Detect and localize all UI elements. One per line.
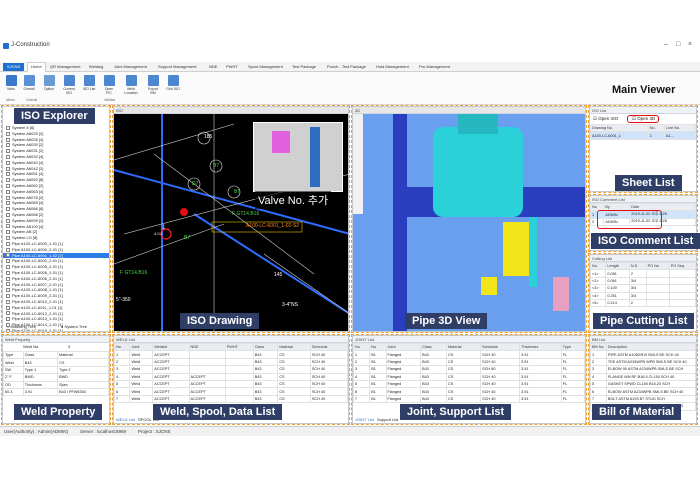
tab-pre-management[interactable]: Pre-Management xyxy=(419,64,450,69)
status-server: Server : localhost:5959 xyxy=(80,429,127,434)
iso-explorer-label: ISO Explorer xyxy=(14,108,95,124)
app-logo-icon xyxy=(3,43,9,49)
iso-list-icon xyxy=(83,75,95,86)
menu-tab-bar: SJCNS Home QR Management Welding Joint M… xyxy=(0,62,700,72)
minimize-icon[interactable]: – xyxy=(664,41,668,48)
sheet-list-label: Sheet List xyxy=(615,175,682,191)
ribbon-toolbar: Main Overall Option Current ISO ISO List… xyxy=(0,72,700,105)
export-bm-button[interactable]: Export BM xyxy=(146,75,160,95)
tab-joint-management[interactable]: Joint Management xyxy=(114,64,147,69)
ribbon-group-overall: Overall xyxy=(26,98,38,102)
bom-label: Bill of Material xyxy=(592,404,682,420)
pipe-3d-outline xyxy=(351,105,587,333)
overall-icon xyxy=(23,75,35,86)
iso-list-button[interactable]: ISO List xyxy=(82,75,96,91)
export-bm-icon xyxy=(147,75,159,86)
tab-spool-management[interactable]: Spool Management xyxy=(248,64,283,69)
home-icon xyxy=(5,75,17,86)
iso-drawing-label: ISO Drawing xyxy=(180,313,260,329)
pipe-cutting-label: Pipe Cutting List xyxy=(593,313,695,329)
iso-explorer-outline xyxy=(1,105,111,333)
tab-support-management[interactable]: Support Management xyxy=(158,64,196,69)
tab-hold-management[interactable]: Hold Management xyxy=(376,64,409,69)
main-viewer-caption: Main Viewer xyxy=(612,84,676,96)
main-button[interactable]: Main xyxy=(4,75,18,91)
close-icon[interactable]: × xyxy=(688,41,692,48)
title-bar: J-Construction – □ × xyxy=(0,40,700,52)
tab-qr-management[interactable]: QR Management xyxy=(50,64,80,69)
tab-home[interactable]: Home xyxy=(27,62,46,72)
tab-test-package[interactable]: Test Package xyxy=(292,64,316,69)
grid-iso-icon xyxy=(167,75,179,86)
status-project: Project : SJCNS xyxy=(138,429,171,434)
grid-iso-button[interactable]: Grid ISO xyxy=(166,75,180,91)
ribbon-group-menu: Menu xyxy=(6,98,15,102)
app-title: J-Construction xyxy=(11,42,50,48)
open-pc-button[interactable]: Open P/C xyxy=(102,75,116,95)
weld-property-label: Weld Property xyxy=(14,404,103,420)
iso-drawing-outline xyxy=(112,105,350,333)
file-tab[interactable]: SJCNS xyxy=(3,63,25,71)
maximize-icon[interactable]: □ xyxy=(676,41,680,48)
ribbon-group-utilities: Utilities xyxy=(104,98,116,102)
pipe-3d-label: Pipe 3D View xyxy=(405,313,488,329)
status-bar: User(Authority) : Admin(ADMIN) Server : … xyxy=(0,426,700,436)
tab-punch-test-package[interactable]: Punch - Test Package xyxy=(327,64,366,69)
current-iso-icon xyxy=(63,75,75,86)
current-iso-button[interactable]: Current ISO xyxy=(62,75,76,95)
option-icon xyxy=(43,75,55,86)
status-user: User(Authority) : Admin(ADMIN) xyxy=(4,429,69,434)
tab-welding[interactable]: Welding xyxy=(89,64,103,69)
open-pc-icon xyxy=(103,75,115,86)
weld-location-icon xyxy=(125,75,137,86)
weld-location-button[interactable]: Weld Location xyxy=(124,75,138,95)
option-button[interactable]: Option xyxy=(42,75,56,91)
overall-button[interactable]: Overall xyxy=(22,75,36,91)
tab-pwht[interactable]: PWHT xyxy=(226,64,238,69)
weld-spool-data-label: Weld, Spool, Data List xyxy=(153,404,283,420)
joint-support-label: Joint, Support List xyxy=(400,404,512,420)
tab-nde[interactable]: NDE xyxy=(209,64,217,69)
iso-comment-label: ISO Comment List xyxy=(591,233,700,249)
